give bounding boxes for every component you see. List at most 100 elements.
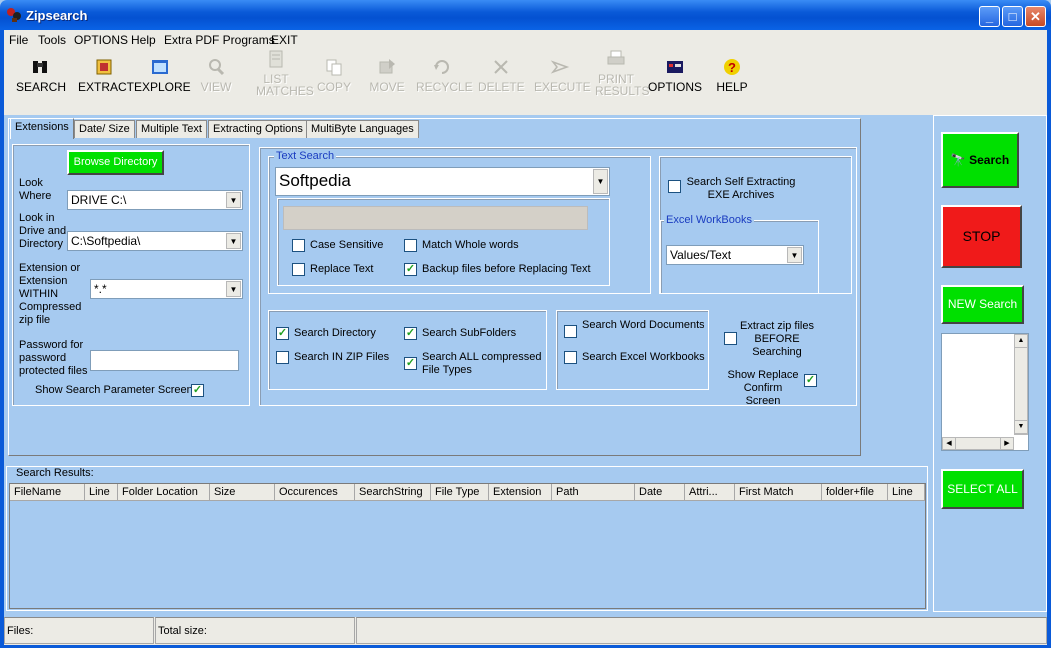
move-icon — [379, 59, 395, 74]
toolbar-move-button[interactable]: MOVE — [368, 57, 406, 93]
tab-multiple-text[interactable]: Multiple Text — [136, 120, 207, 138]
search-subfolders-checkbox[interactable]: ✓ — [404, 327, 417, 340]
extension-label: Extension or Extension WITHIN Compressed… — [19, 262, 82, 326]
col-path[interactable]: Path — [552, 484, 635, 501]
toolbar-execute-button[interactable]: EXECUTE — [534, 57, 591, 93]
tab-extensions[interactable]: Extensions — [10, 118, 74, 139]
chevron-down-icon[interactable]: ▼ — [593, 169, 608, 194]
menu-help[interactable]: Help — [131, 33, 156, 47]
show-param-checkbox[interactable]: ✓ — [191, 384, 204, 397]
search-in-zip-label: Search IN ZIP Files — [294, 351, 390, 363]
toolbar-explore-button[interactable]: EXPLORE — [134, 57, 191, 93]
look-where-combo[interactable]: DRIVE C:\ ▼ — [67, 190, 243, 210]
search-button[interactable]: 🔭 Search — [941, 132, 1019, 188]
col-filename[interactable]: FileName — [10, 484, 85, 501]
chevron-down-icon[interactable]: ▼ — [787, 247, 802, 263]
col-first-match[interactable]: First Match — [735, 484, 822, 501]
chevron-down-icon[interactable]: ▼ — [226, 233, 241, 249]
password-input[interactable] — [90, 350, 239, 371]
menu-file[interactable]: File — [9, 33, 28, 47]
search-all-compressed-checkbox[interactable]: ✓ — [404, 357, 417, 370]
case-sensitive-label: Case Sensitive — [310, 239, 384, 251]
select-all-button[interactable]: SELECT ALL — [941, 469, 1024, 509]
search-word-checkbox[interactable] — [564, 325, 577, 338]
toolbar-help-button[interactable]: ? HELP — [714, 57, 750, 93]
toolbar-extract-button[interactable]: EXTRACT — [78, 57, 134, 93]
toolbar-print-results-button[interactable]: PRINT RESULTS — [588, 49, 649, 97]
list-icon — [269, 50, 283, 68]
minimize-button[interactable]: _ — [979, 6, 1000, 27]
menu-tools[interactable]: Tools — [38, 33, 66, 47]
recycle-icon — [434, 60, 449, 74]
browse-directory-button[interactable]: Browse Directory — [67, 150, 164, 175]
chevron-down-icon[interactable]: ▼ — [226, 281, 241, 297]
col-folder-file[interactable]: folder+file — [822, 484, 888, 501]
menu-exit[interactable]: EXIT — [271, 33, 298, 47]
scroll-left-icon[interactable]: ◀ — [942, 437, 956, 450]
excel-legend: Excel WorkBooks — [664, 214, 754, 226]
replace-text-checkbox[interactable] — [292, 263, 305, 276]
svg-text:?: ? — [728, 60, 736, 75]
scroll-down-icon[interactable]: ▼ — [1014, 420, 1028, 434]
toolbar-list-matches-button[interactable]: LIST MATCHES — [248, 49, 314, 97]
app-icon — [7, 8, 21, 22]
view-icon — [209, 59, 225, 76]
col-occurences[interactable]: Occurences — [275, 484, 355, 501]
toolbar-delete-button[interactable]: DELETE — [478, 57, 525, 93]
col-line-2[interactable]: Line — [888, 484, 925, 501]
extension-combo[interactable]: *.* ▼ — [90, 279, 243, 299]
backup-checkbox[interactable]: ✓ — [404, 263, 417, 276]
replace-text-input[interactable] — [283, 206, 588, 230]
menu-options[interactable]: OPTIONS — [74, 33, 128, 47]
new-search-button[interactable]: NEW Search — [941, 285, 1024, 324]
tab-date-size[interactable]: Date/ Size — [74, 120, 135, 138]
results-grid[interactable] — [9, 483, 926, 609]
search-excel-checkbox[interactable] — [564, 351, 577, 364]
delete-icon — [494, 60, 508, 74]
toolbar-options-button[interactable]: OPTIONS — [648, 57, 702, 93]
scroll-up-icon[interactable]: ▲ — [1014, 334, 1028, 348]
col-file-type[interactable]: File Type — [431, 484, 489, 501]
col-date[interactable]: Date — [635, 484, 685, 501]
excel-combo[interactable]: Values/Text ▼ — [666, 245, 804, 265]
help-icon: ? — [724, 59, 740, 75]
scope-group — [268, 310, 547, 390]
chevron-down-icon[interactable]: ▼ — [226, 192, 241, 208]
col-extension[interactable]: Extension — [489, 484, 552, 501]
text-search-combo[interactable]: Softpedia ▼ — [275, 167, 610, 196]
options-icon — [667, 61, 683, 73]
toolbar-recycle-button[interactable]: RECYCLE — [416, 57, 473, 93]
tab-extracting-options[interactable]: Extracting Options — [208, 120, 308, 138]
menu-extra-pdf[interactable]: Extra PDF Programs — [164, 33, 275, 47]
col-line[interactable]: Line — [85, 484, 118, 501]
col-searchstring[interactable]: SearchString — [355, 484, 431, 501]
search-results-label: Search Results: — [16, 467, 94, 479]
replace-text-label: Replace Text — [310, 263, 374, 275]
menu-bar: File Tools OPTIONS Help Extra PDF Progra… — [4, 30, 1047, 49]
col-folder-location[interactable]: Folder Location — [118, 484, 210, 501]
match-whole-checkbox[interactable] — [404, 239, 417, 252]
stop-button[interactable]: STOP — [941, 205, 1022, 268]
toolbar-search-button[interactable]: SEARCH — [16, 57, 66, 93]
search-excel-label: Search Excel Workbooks — [582, 351, 705, 363]
explore-icon — [152, 60, 168, 74]
toolbar-copy-button[interactable]: COPY — [316, 57, 352, 93]
col-attributes[interactable]: Attri... — [685, 484, 735, 501]
col-size[interactable]: Size — [210, 484, 275, 501]
toolbar: SEARCH EXTRACT EXPLORE VIEW LIST MATCHES… — [4, 49, 1047, 115]
look-in-combo[interactable]: C:\Softpedia\ ▼ — [67, 231, 243, 251]
tab-multibyte-languages[interactable]: MultiByte Languages — [306, 120, 419, 138]
close-button[interactable]: ✕ — [1025, 6, 1046, 27]
search-in-zip-checkbox[interactable] — [276, 351, 289, 364]
extract-before-checkbox[interactable] — [724, 332, 737, 345]
toolbar-view-button[interactable]: VIEW — [196, 57, 236, 93]
show-replace-checkbox[interactable]: ✓ — [804, 374, 817, 387]
search-all-compressed-label: Search ALL compressed File Types — [422, 351, 542, 376]
self-extract-checkbox[interactable] — [668, 180, 681, 193]
maximize-button[interactable]: □ — [1002, 6, 1023, 27]
case-sensitive-checkbox[interactable] — [292, 239, 305, 252]
search-directory-checkbox[interactable]: ✓ — [276, 327, 289, 340]
scroll-right-icon[interactable]: ▶ — [1000, 437, 1014, 450]
window-frame-right — [1047, 30, 1051, 648]
password-label: Password for password protected files — [19, 339, 88, 377]
